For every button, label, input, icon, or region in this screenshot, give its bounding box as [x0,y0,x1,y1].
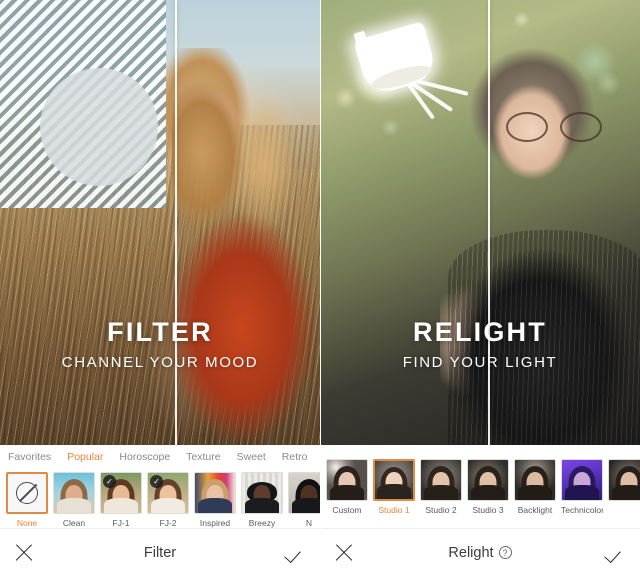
tab-favorites[interactable]: Favorites [8,451,51,463]
filter-hero-text: FILTER CHANNEL YOUR MOOD [0,317,320,371]
relight-preset-thumbnail[interactable] [561,459,603,501]
filter-hero-subtitle: CHANNEL YOUR MOOD [61,353,259,371]
filter-preset-label: FJ-1 [112,518,130,528]
relight-preset-thumbnail[interactable] [514,459,556,501]
filter-preset-breezy[interactable]: Breezy [241,472,283,528]
filter-preset-fj2[interactable]: ✓ FJ-2 [147,472,189,528]
filter-applied-badge: ✓ [103,475,116,488]
relight-preset-technicolor[interactable]: Technicolor [561,459,603,515]
no-filter-icon [16,482,38,504]
filter-preset-partial[interactable]: N [288,472,320,528]
before-after-divider[interactable] [488,0,490,445]
filter-bottom-bar: Filter [0,528,320,577]
filter-applied-badge: ✓ [150,475,163,488]
relight-preset-label: Technicolor [561,505,603,515]
filter-preset-label: Inspired [199,518,231,528]
filter-preset-label: None [16,518,38,528]
checkmark-icon[interactable] [606,543,626,563]
filter-hero-title: FILTER [107,317,213,347]
close-icon[interactable] [14,543,34,563]
relight-preset-label: Studio 3 [472,505,504,515]
photo-subject-hair [172,60,292,250]
filter-preset-label: Breezy [248,518,276,528]
filter-bar-title: Filter [0,545,320,561]
filter-preview-stage[interactable]: FILTER CHANNEL YOUR MOOD [0,0,320,445]
circle-decoration [40,68,158,186]
app-screen: FILTER CHANNEL YOUR MOOD Favorites Popul… [0,0,640,577]
filter-preset-thumbnail[interactable] [53,472,95,514]
filter-preset-label: N [305,518,313,528]
relight-bar-title: Relight? [320,545,640,561]
relight-preset-thumbnail[interactable] [420,459,462,501]
tab-horoscope[interactable]: Horoscope [119,451,170,463]
filter-preset-inspired[interactable]: Inspired [194,472,236,528]
relight-preset-label: Studio 2 [425,505,457,515]
relight-preset-thumbnail[interactable] [326,459,368,501]
filter-preset-thumbnail[interactable] [288,472,320,514]
relight-bar-title-text: Relight [448,545,494,561]
checkmark-icon[interactable] [286,543,306,563]
relight-panel: RELIGHT FIND YOUR LIGHT Custom Studio 1 … [320,0,640,577]
relight-preview-stage[interactable]: RELIGHT FIND YOUR LIGHT [320,0,640,445]
photo-subject-glasses [506,110,602,142]
filter-preset-thumbnail[interactable] [241,472,283,514]
relight-preset-backlight[interactable]: Backlight [514,459,556,515]
relight-hero-title: RELIGHT [413,317,547,347]
close-icon[interactable] [334,543,354,563]
relight-tray: Custom Studio 1 Studio 2 Studio 3 Backli… [320,445,640,528]
panel-divider [320,0,321,577]
relight-preset-thumbnail[interactable] [467,459,509,501]
filter-preset-label: Clean [62,518,86,528]
relight-preset-label: Studio 1 [378,505,410,515]
tab-retro[interactable]: Retro [282,451,308,463]
lamp-icon [342,12,472,120]
filter-preset-clean[interactable]: Clean [53,472,95,528]
filter-preset-thumbnail[interactable]: ✓ [100,472,142,514]
filter-tray: Favorites Popular Horoscope Texture Swee… [0,446,320,528]
filter-preset-fj1[interactable]: ✓ FJ-1 [100,472,142,528]
filter-preset-none[interactable]: None [6,472,48,528]
filter-preset-thumbnail[interactable] [194,472,236,514]
relight-preset-studio2[interactable]: Studio 2 [420,459,462,515]
relight-preset-list[interactable]: Custom Studio 1 Studio 2 Studio 3 Backli… [320,445,640,515]
filter-preset-thumbnail[interactable]: ✓ [147,472,189,514]
filter-category-tabs: Favorites Popular Horoscope Texture Swee… [0,446,320,468]
relight-preset-thumbnail[interactable] [373,459,415,501]
relight-preset-label: Backlight [517,505,553,515]
relight-preset-thumbnail[interactable] [608,459,640,501]
filter-preset-list[interactable]: None Clean ✓ FJ-1 ✓ FJ-2 Inspired Breezy… [0,468,320,528]
relight-preset-custom[interactable]: Custom [326,459,368,515]
filter-preset-thumbnail[interactable] [6,472,48,514]
relight-preset-studio1[interactable]: Studio 1 [373,459,415,515]
before-after-divider[interactable] [175,0,177,445]
relight-preset-studio3[interactable]: Studio 3 [467,459,509,515]
relight-hero-subtitle: FIND YOUR LIGHT [402,353,558,371]
filter-preset-label: FJ-2 [159,518,177,528]
tab-texture[interactable]: Texture [186,451,220,463]
relight-preset-partial[interactable] [608,459,640,515]
filter-panel: FILTER CHANNEL YOUR MOOD Favorites Popul… [0,0,320,577]
relight-bottom-bar: Relight? [320,528,640,577]
relight-hero-text: RELIGHT FIND YOUR LIGHT [320,317,640,371]
filter-bar-title-text: Filter [143,545,177,561]
help-icon[interactable]: ? [498,546,512,559]
tab-popular[interactable]: Popular [67,451,103,463]
relight-preset-label: Custom [332,505,362,515]
tab-sweet[interactable]: Sweet [237,451,266,463]
